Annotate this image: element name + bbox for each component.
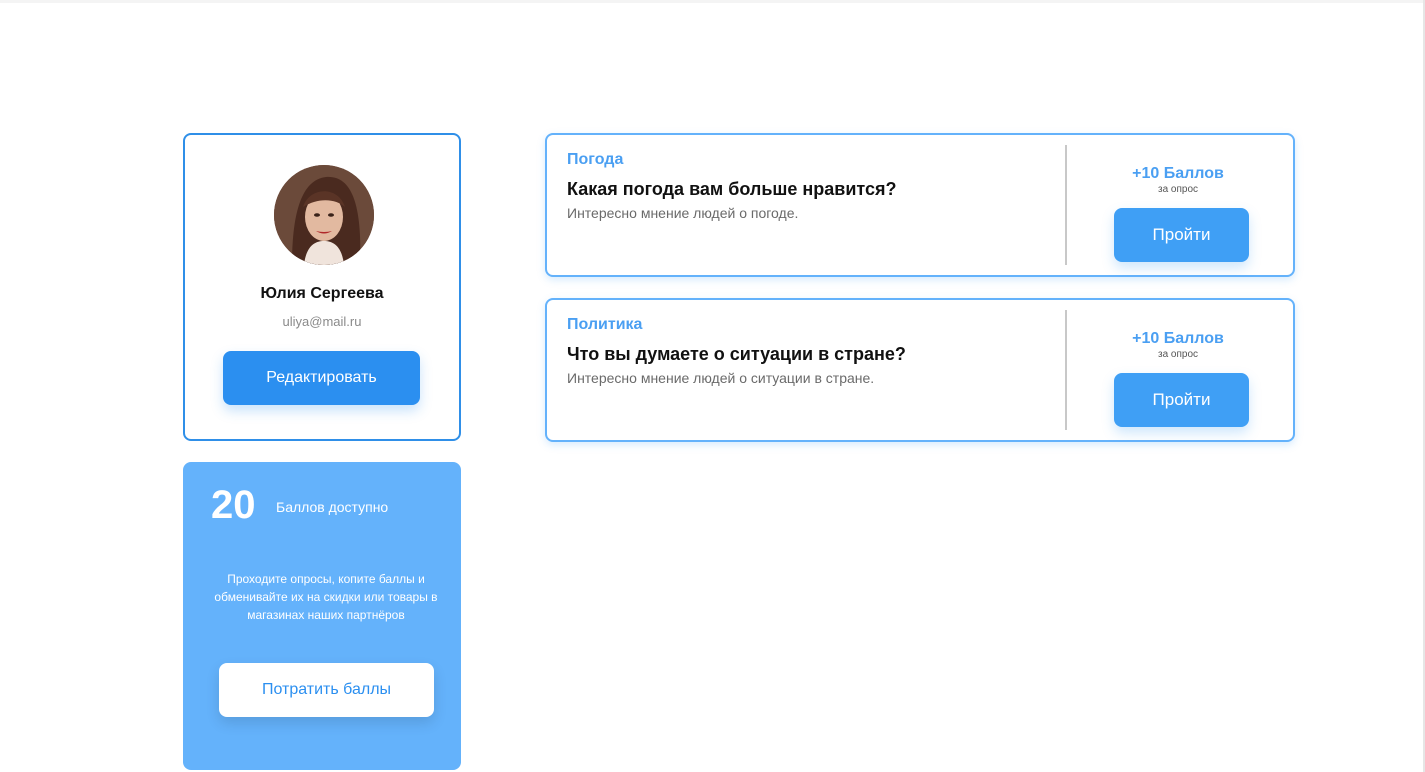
profile-card: Юлия Сергеева uliya@mail.ru Редактироват… — [183, 133, 461, 441]
top-divider — [0, 0, 1425, 3]
points-card: 20 Баллов доступно Проходите опросы, коп… — [183, 462, 461, 770]
survey-card: Погода Какая погода вам больше нравится?… — [545, 133, 1295, 277]
profile-name: Юлия Сергеева — [260, 285, 384, 302]
survey-reward: +10 Баллов — [1132, 330, 1224, 347]
survey-divider — [1065, 145, 1067, 265]
survey-question: Что вы думаете о ситуации в стране? — [567, 344, 906, 364]
avatar-photo — [274, 165, 374, 265]
profile-email: uliya@mail.ru — [282, 314, 362, 329]
survey-category: Погода — [567, 151, 624, 168]
edit-profile-button[interactable]: Редактировать — [223, 351, 420, 405]
take-survey-button[interactable]: Пройти — [1114, 373, 1249, 427]
avatar — [274, 165, 374, 265]
survey-card: Политика Что вы думаете о ситуации в стр… — [545, 298, 1295, 442]
survey-question: Какая погода вам больше нравится? — [567, 179, 897, 199]
points-count: 20 — [211, 483, 256, 527]
survey-reward-caption: за опрос — [1157, 184, 1199, 195]
points-description: Проходите опросы, копите баллы и обменив… — [214, 572, 438, 622]
survey-divider — [1065, 310, 1067, 430]
spend-points-button[interactable]: Потратить баллы — [219, 663, 434, 717]
survey-reward: +10 Баллов — [1132, 165, 1224, 182]
take-survey-button[interactable]: Пройти — [1114, 208, 1249, 262]
survey-description: Интересно мнение людей о погоде. — [567, 205, 799, 221]
survey-description: Интересно мнение людей о ситуации в стра… — [567, 370, 875, 386]
page: Юлия Сергеева uliya@mail.ru Редактироват… — [0, 0, 1425, 772]
survey-category: Политика — [567, 316, 643, 333]
survey-reward-caption: за опрос — [1157, 349, 1199, 360]
points-label: Баллов доступно — [276, 499, 389, 515]
